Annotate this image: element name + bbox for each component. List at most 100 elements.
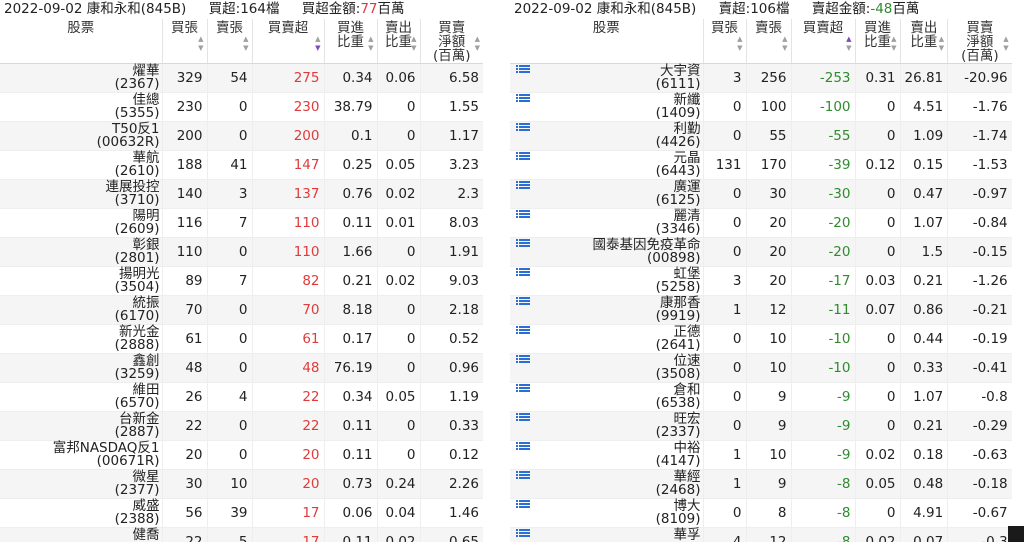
table-row[interactable]: 華孚(6235)412-80.020.07-0.3 [510, 527, 1012, 542]
stock-cell[interactable]: 威盛 (2388) [0, 498, 162, 528]
sort-down-icon[interactable]: ▼ [939, 45, 944, 52]
list-icon[interactable] [516, 210, 530, 221]
sort-up-icon[interactable]: ▲ [198, 36, 203, 43]
stock-cell[interactable]: 廣運 (6125) [510, 179, 703, 209]
stock-cell[interactable]: 華航 (2610) [0, 150, 162, 180]
table-row[interactable]: 健喬(4114)225170.110.020.65 [0, 527, 483, 542]
stock-cell[interactable]: 元晶 (6443) [510, 150, 703, 180]
stock-cell[interactable]: 新光金 (2888) [0, 324, 162, 354]
stock-cell[interactable]: 健喬(4114) [0, 527, 162, 542]
list-icon[interactable] [516, 442, 530, 453]
table-row[interactable]: 中裕 (4147) 1 10 -9 0.02 0.18 -0.63 [510, 440, 1012, 470]
table-row[interactable]: 富邦NASDAQ反1 (00671R) 20 0 20 0.11 0 0.12 [0, 440, 483, 470]
sort-down-icon[interactable]: ▼ [368, 45, 373, 52]
stock-cell[interactable]: 陽明 (2609) [0, 208, 162, 238]
list-icon[interactable] [516, 326, 530, 337]
sort-up-icon[interactable]: ▲ [411, 36, 416, 43]
table-row[interactable]: 連展投控 (3710) 140 3 137 0.76 0.02 2.3 [0, 179, 483, 209]
table-row[interactable]: 鑫創 (3259) 48 0 48 76.19 0 0.96 [0, 353, 483, 383]
list-icon[interactable] [516, 239, 530, 250]
scrollbar-corner[interactable] [1008, 526, 1024, 542]
sort-down-icon[interactable]: ▼ [782, 45, 787, 52]
stock-cell[interactable]: 康那香 (9919) [510, 295, 703, 325]
table-row[interactable]: 國泰基因免疫革命 (00898) 0 20 -20 0 1.5 -0.15 [510, 237, 1012, 267]
column-header-sell-pct[interactable]: 賣出 比重 ▲ ▼ [376, 19, 420, 64]
list-icon[interactable] [516, 384, 530, 395]
stock-cell[interactable]: 國泰基因免疫革命 (00898) [510, 237, 703, 267]
list-icon[interactable] [516, 500, 530, 511]
stock-cell[interactable]: 中裕 (4147) [510, 440, 703, 470]
sort-up-icon[interactable]: ▲ [368, 36, 373, 43]
sort-up-icon[interactable]: ▲ [846, 36, 851, 43]
table-row[interactable]: 麗清 (3346) 0 20 -20 0 1.07 -0.84 [510, 208, 1012, 238]
sort-up-icon[interactable]: ▲ [243, 36, 248, 43]
list-icon[interactable] [516, 123, 530, 134]
table-row[interactable]: 元晶 (6443) 131 170 -39 0.12 0.15 -1.53 [510, 150, 1012, 180]
stock-cell[interactable]: 大宇資 (6111) [510, 63, 703, 93]
sort-up-icon[interactable]: ▲ [315, 36, 320, 43]
table-row[interactable]: 威盛 (2388) 56 39 17 0.06 0.04 1.46 [0, 498, 483, 528]
list-icon[interactable] [516, 529, 530, 540]
column-header-net[interactable]: 買賣超 ▲ ▼ [790, 19, 855, 64]
table-row[interactable]: 維田 (6570) 26 4 22 0.34 0.05 1.19 [0, 382, 483, 412]
sort-down-icon[interactable]: ▼ [891, 45, 896, 52]
table-row[interactable]: 倉和 (6538) 0 9 -9 0 1.07 -0.8 [510, 382, 1012, 412]
table-row[interactable]: 燿華 (2367) 329 54 275 0.34 0.06 6.58 [0, 63, 483, 93]
list-icon[interactable] [516, 297, 530, 308]
stock-cell[interactable]: 佳總 (5355) [0, 92, 162, 122]
stock-cell[interactable]: 利勤 (4426) [510, 121, 703, 151]
stock-cell[interactable]: 華經 (2468) [510, 469, 703, 499]
column-header-buy[interactable]: 買張 ▲ ▼ [161, 19, 207, 64]
table-row[interactable]: 統振 (6170) 70 0 70 8.18 0 2.18 [0, 295, 483, 325]
stock-cell[interactable]: 揚明光 (3504) [0, 266, 162, 296]
table-row[interactable]: 旺宏 (2337) 0 9 -9 0 0.21 -0.29 [510, 411, 1012, 441]
stock-cell[interactable]: 新纖 (1409) [510, 92, 703, 122]
stock-cell[interactable]: 富邦NASDAQ反1 (00671R) [0, 440, 162, 470]
sort-down-icon[interactable]: ▼ [475, 45, 480, 52]
sort-down-icon[interactable]: ▼ [1003, 45, 1008, 52]
sort-up-icon[interactable]: ▲ [475, 36, 480, 43]
list-icon[interactable] [516, 152, 530, 163]
sort-up-icon[interactable]: ▲ [891, 36, 896, 43]
sort-down-icon[interactable]: ▼ [737, 45, 742, 52]
stock-cell[interactable]: 燿華 (2367) [0, 63, 162, 93]
list-icon[interactable] [516, 181, 530, 192]
stock-cell[interactable]: 倉和 (6538) [510, 382, 703, 412]
stock-cell[interactable]: 統振 (6170) [0, 295, 162, 325]
stock-cell[interactable]: 麗清 (3346) [510, 208, 703, 238]
column-header-sell[interactable]: 賣張 ▲ ▼ [745, 19, 791, 64]
sort-up-icon[interactable]: ▲ [1003, 36, 1008, 43]
stock-cell[interactable]: 位速 (3508) [510, 353, 703, 383]
column-header-buy-pct[interactable]: 買進 比重 ▲ ▼ [854, 19, 900, 64]
table-row[interactable]: 微星 (2377) 30 10 20 0.73 0.24 2.26 [0, 469, 483, 499]
table-row[interactable]: 華經 (2468) 1 9 -8 0.05 0.48 -0.18 [510, 469, 1012, 499]
sort-down-icon[interactable]: ▼ [411, 45, 416, 52]
stock-cell[interactable]: 旺宏 (2337) [510, 411, 703, 441]
table-row[interactable]: 新光金 (2888) 61 0 61 0.17 0 0.52 [0, 324, 483, 354]
table-row[interactable]: 廣運 (6125) 0 30 -30 0 0.47 -0.97 [510, 179, 1012, 209]
stock-cell[interactable]: 連展投控 (3710) [0, 179, 162, 209]
list-icon[interactable] [516, 94, 530, 105]
table-row[interactable]: 台新金 (2887) 22 0 22 0.11 0 0.33 [0, 411, 483, 441]
stock-cell[interactable]: 正德 (2641) [510, 324, 703, 354]
stock-cell[interactable]: 微星 (2377) [0, 469, 162, 499]
column-header-buy-pct[interactable]: 買進 比重 ▲ ▼ [323, 19, 377, 64]
column-header-buy[interactable]: 買張 ▲ ▼ [702, 19, 746, 64]
sort-up-icon[interactable]: ▲ [737, 36, 742, 43]
table-row[interactable]: 康那香 (9919) 1 12 -11 0.07 0.86 -0.21 [510, 295, 1012, 325]
sort-up-icon[interactable]: ▲ [939, 36, 944, 43]
sort-down-icon[interactable]: ▼ [315, 45, 320, 52]
column-header-stock[interactable]: 股票 [0, 19, 162, 64]
table-row[interactable]: 佳總 (5355) 230 0 230 38.79 0 1.55 [0, 92, 483, 122]
stock-cell[interactable]: 鑫創 (3259) [0, 353, 162, 383]
list-icon[interactable] [516, 65, 530, 76]
list-icon[interactable] [516, 355, 530, 366]
column-header-amount[interactable]: 買賣 淨額 (百萬) ▲ ▼ [419, 19, 483, 64]
sort-down-icon[interactable]: ▼ [243, 45, 248, 52]
table-row[interactable]: 陽明 (2609) 116 7 110 0.11 0.01 8.03 [0, 208, 483, 238]
table-row[interactable]: 正德 (2641) 0 10 -10 0 0.44 -0.19 [510, 324, 1012, 354]
table-row[interactable]: 揚明光 (3504) 89 7 82 0.21 0.02 9.03 [0, 266, 483, 296]
sort-up-icon[interactable]: ▲ [782, 36, 787, 43]
column-header-sell-pct[interactable]: 賣出 比重 ▲ ▼ [899, 19, 948, 64]
table-row[interactable]: 博大 (8109) 0 8 -8 0 4.91 -0.67 [510, 498, 1012, 528]
